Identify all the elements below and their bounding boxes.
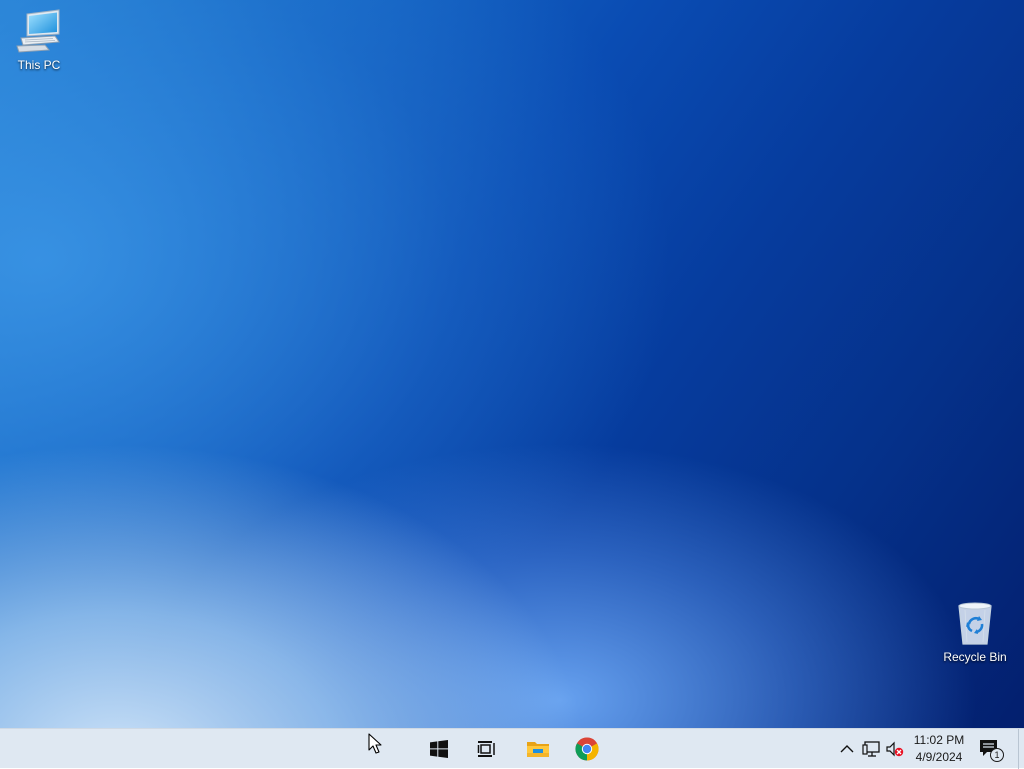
this-pc-icon <box>16 9 60 53</box>
chrome-icon <box>575 737 599 761</box>
desktop-icon-recycle-bin[interactable]: Recycle Bin <box>937 600 1013 664</box>
desktop-icon-label: This PC <box>17 58 61 72</box>
notification-count-badge: 1 <box>990 748 1004 762</box>
chevron-up-icon[interactable] <box>838 739 856 759</box>
folder-icon <box>527 742 549 757</box>
show-desktop-button[interactable] <box>1018 729 1024 769</box>
network-icon[interactable] <box>861 739 881 759</box>
mouse-cursor-icon <box>368 733 382 754</box>
start-button[interactable] <box>415 729 463 769</box>
task-view-icon <box>477 741 495 757</box>
action-center-button[interactable]: 1 <box>978 737 1004 763</box>
recycle-bin-icon <box>958 602 992 645</box>
windows-logo-icon <box>430 740 448 758</box>
desktop-background[interactable]: This PC Recycle Bin <box>0 0 1024 728</box>
chrome-button[interactable] <box>563 729 611 769</box>
clock[interactable]: 11:02 PM 4/9/2024 <box>908 732 970 766</box>
file-explorer-button[interactable] <box>514 729 562 769</box>
desktop-icon-this-pc[interactable]: This PC <box>1 8 77 72</box>
clock-date: 4/9/2024 <box>915 750 963 764</box>
desktop-icon-label: Recycle Bin <box>943 650 1007 664</box>
volume-muted-icon[interactable] <box>885 739 905 759</box>
taskbar: 11:02 PM 4/9/2024 1 <box>0 728 1024 769</box>
task-view-button[interactable] <box>463 729 511 769</box>
clock-time: 11:02 PM <box>913 733 965 747</box>
